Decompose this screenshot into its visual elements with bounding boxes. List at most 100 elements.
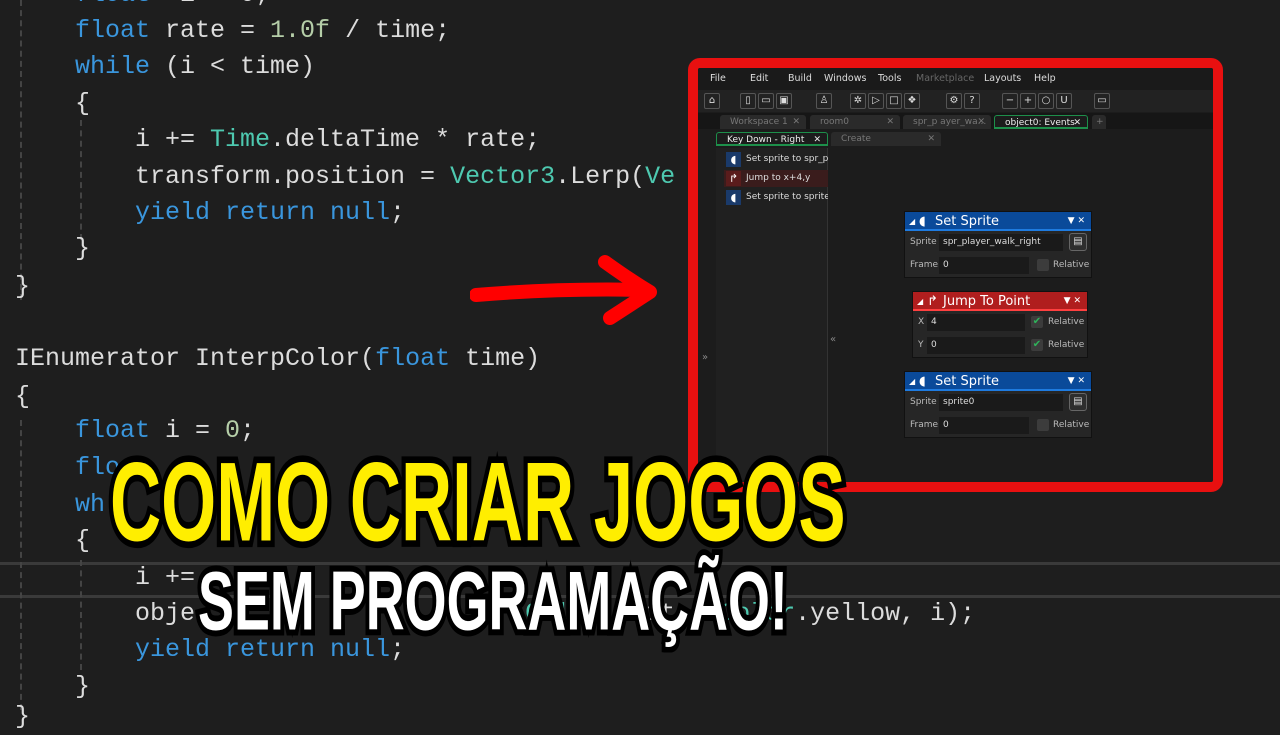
- sprite-picker-button[interactable]: ▤: [1069, 393, 1087, 411]
- code-line: }: [15, 699, 30, 735]
- close-icon[interactable]: ✕: [927, 132, 935, 146]
- code-line: {: [75, 86, 90, 122]
- debug-icon[interactable]: ✲: [850, 93, 866, 109]
- sprite-label: Sprite: [910, 237, 937, 247]
- zoom-reset-icon[interactable]: ○: [1038, 93, 1054, 109]
- set-sprite-node[interactable]: ◢ ◖ Set Sprite ▼ ✕ Sprite sprite0 ▤ Frame 0 Rel…: [904, 371, 1092, 438]
- monitor-icon[interactable]: ▭: [1094, 93, 1110, 109]
- frame-field[interactable]: 0: [939, 257, 1029, 274]
- workspace-tabs: Workspace 1 ✕ room0 ✕ spr_p ayer_wa... ✕ objec…: [698, 113, 1213, 129]
- code-token: }: [75, 234, 91, 263]
- zoom-out-icon[interactable]: −: [1002, 93, 1018, 109]
- node-header: ◢ ◖ Set Sprite ▼ ✕: [905, 372, 1091, 391]
- code-token: {: [75, 526, 91, 555]
- open-icon[interactable]: ▭: [758, 93, 774, 109]
- menu-file[interactable]: File: [710, 73, 726, 84]
- home-icon[interactable]: ⌂: [704, 93, 720, 109]
- node-title: Set Sprite: [935, 374, 1000, 389]
- tab-label: Key Down - Right: [727, 135, 805, 145]
- code-token: .deltaTime * rate;: [270, 125, 541, 154]
- code-token: {: [75, 89, 91, 118]
- jump-to-point-node[interactable]: ◢ ↱ Jump To Point ▼ ✕ X 4 ✔ Relative Y 0 ✔ Relati…: [912, 291, 1088, 358]
- frame-field[interactable]: 0: [939, 417, 1029, 434]
- close-icon[interactable]: ✕: [1073, 116, 1081, 130]
- magnet-icon[interactable]: U: [1056, 93, 1072, 109]
- close-icon[interactable]: ✕: [886, 115, 894, 129]
- y-field[interactable]: 0: [927, 337, 1025, 354]
- headline-line2: SEM PROGRAMAÇÃO!: [194, 548, 792, 653]
- run-icon[interactable]: ▷: [868, 93, 884, 109]
- relative-label: Relative: [1053, 260, 1090, 270]
- code-line: {: [15, 379, 30, 415]
- relative-label: Relative: [1048, 317, 1085, 327]
- zoom-in-icon[interactable]: +: [1020, 93, 1036, 109]
- code-line: i += Time.deltaTime * rate;: [135, 122, 540, 158]
- code-line: }: [75, 231, 90, 267]
- code-token: / time;: [330, 16, 451, 45]
- stop-icon[interactable]: □: [886, 93, 902, 109]
- menu-build[interactable]: Build: [788, 73, 812, 84]
- pacman-icon: ◖: [726, 190, 741, 205]
- close-icon[interactable]: ✕: [977, 115, 985, 129]
- relative-checkbox[interactable]: [1037, 419, 1049, 431]
- pacman-icon: ◖: [919, 374, 926, 389]
- action-item[interactable]: ◖ Set sprite to sprite0: [724, 189, 828, 206]
- menu-help[interactable]: Help: [1034, 73, 1056, 84]
- save-icon[interactable]: ▣: [776, 93, 792, 109]
- node-header: ◢ ◖ Set Sprite ▼ ✕: [905, 212, 1091, 231]
- code-token: i +=: [135, 563, 196, 592]
- indent-guide: [80, 560, 82, 670]
- code-token: Time: [210, 125, 271, 154]
- expand-icon[interactable]: »: [702, 352, 708, 363]
- menu-layouts[interactable]: Layouts: [984, 73, 1021, 84]
- relative-checkbox[interactable]: [1037, 259, 1049, 271]
- close-icon[interactable]: ✕: [813, 133, 821, 147]
- node-menu-icon[interactable]: ▼ ✕: [1068, 372, 1085, 391]
- workspace-tab[interactable]: +: [1092, 115, 1106, 129]
- close-icon[interactable]: ✕: [792, 115, 800, 129]
- menu-marketplace[interactable]: Marketplace: [916, 73, 974, 84]
- workspace-tab[interactable]: spr_p ayer_wa... ✕: [903, 115, 991, 129]
- menu-windows[interactable]: Windows: [824, 73, 866, 84]
- code-token: float: [375, 344, 451, 373]
- code-line: float i = 0;: [75, 0, 270, 13]
- code-line: transform.position = Vector3.Lerp(Ve: [135, 159, 675, 195]
- new-icon[interactable]: ▯: [740, 93, 756, 109]
- pacman-icon: ◖: [919, 214, 926, 229]
- settings-icon[interactable]: ⚙: [946, 93, 962, 109]
- event-tab-create[interactable]: Create ✕: [831, 132, 941, 146]
- build-icon[interactable]: ❖: [904, 93, 920, 109]
- clean-icon[interactable]: ♙: [816, 93, 832, 109]
- code-token: float: [75, 0, 150, 9]
- indent-guide: [20, 420, 22, 710]
- menu-edit[interactable]: Edit: [750, 73, 768, 84]
- code-token: .yellow, i);: [795, 599, 976, 628]
- code-line: yield return null;: [135, 195, 405, 231]
- node-menu-icon[interactable]: ▼ ✕: [1064, 292, 1081, 311]
- event-tab-key-down-right[interactable]: Key Down - Right ✕: [716, 132, 828, 146]
- action-label: Set sprite to sprite0: [746, 192, 828, 202]
- relative-checkbox[interactable]: ✔: [1031, 339, 1043, 351]
- action-label: Jump to x+4,y: [746, 173, 811, 183]
- sprite-picker-button[interactable]: ▤: [1069, 233, 1087, 251]
- workspace-tab[interactable]: Workspace 1 ✕: [720, 115, 806, 129]
- help-icon[interactable]: ?: [964, 93, 980, 109]
- code-line: while (i < time): [75, 49, 315, 85]
- toolbar: ⌂ ▯ ▭ ▣ ♙ ✲ ▷ □ ❖ ⚙? − + ○ U ▭: [698, 90, 1213, 112]
- set-sprite-node[interactable]: ◢ ◖ Set Sprite ▼ ✕ Sprite spr_player_walk_ri…: [904, 211, 1092, 278]
- code-line: wh: [75, 487, 105, 523]
- action-item[interactable]: ◖ Set sprite to spr_pla: [724, 151, 828, 168]
- relative-checkbox[interactable]: ✔: [1031, 316, 1043, 328]
- code-token: i +=: [135, 125, 211, 154]
- menu-tools[interactable]: Tools: [878, 73, 901, 84]
- workspace-tab[interactable]: room0 ✕: [810, 115, 900, 129]
- workspace-tab[interactable]: object0: Events ✕: [994, 115, 1088, 129]
- sprite-field[interactable]: sprite0: [939, 394, 1063, 411]
- code-token: 1.0f: [270, 16, 331, 45]
- collapse-icon[interactable]: «: [830, 334, 836, 345]
- sprite-field[interactable]: spr_player_walk_right: [939, 234, 1063, 251]
- x-field[interactable]: 4: [927, 314, 1025, 331]
- node-menu-icon[interactable]: ▼ ✕: [1068, 212, 1085, 231]
- action-item[interactable]: ↱ Jump to x+4,y: [724, 170, 828, 187]
- sprite-label: Sprite: [910, 397, 937, 407]
